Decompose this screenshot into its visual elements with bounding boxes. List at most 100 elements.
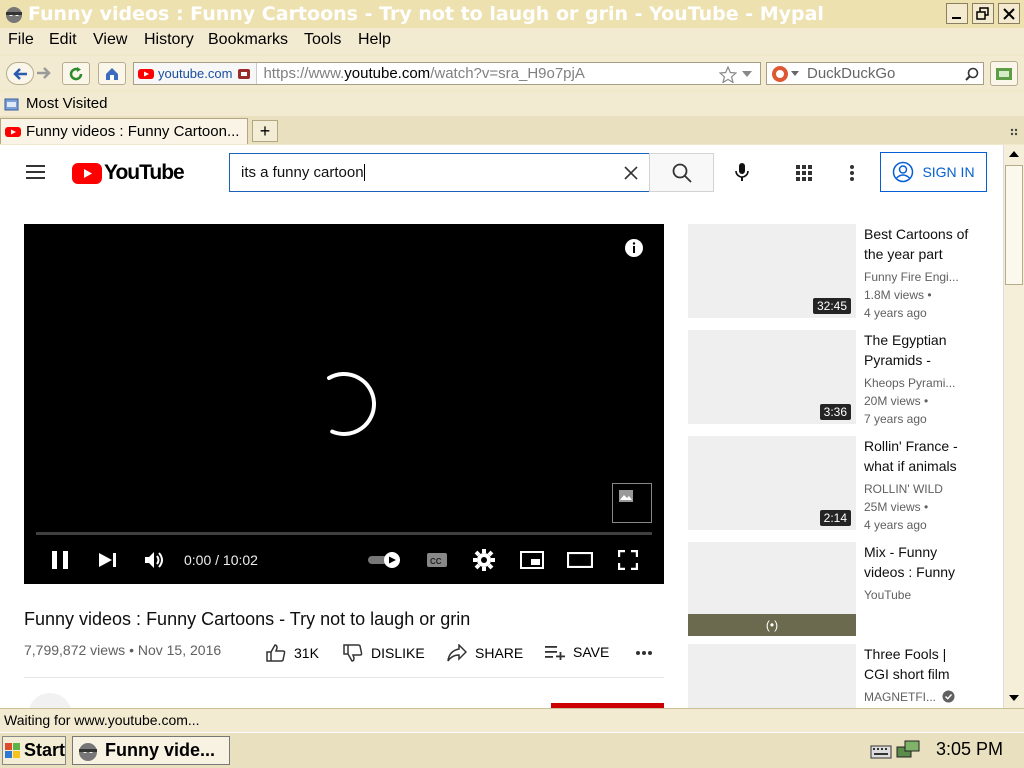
more-options-icon[interactable]	[849, 164, 855, 182]
sign-in-label: SIGN IN	[922, 164, 975, 180]
scroll-thumb[interactable]	[1005, 165, 1023, 285]
keyboard-icon[interactable]	[870, 741, 892, 759]
youtube-header: YouTube its a funny cartoon SIGN IN	[0, 145, 1003, 200]
more-actions-icon[interactable]	[635, 650, 653, 656]
related-channel[interactable]: MAGNETFI...	[864, 690, 938, 704]
apps-grid-icon[interactable]	[796, 165, 812, 181]
url-dropdown-icon[interactable]	[742, 71, 752, 79]
youtube-logo[interactable]: YouTube	[72, 161, 185, 185]
related-age: 4 years ago	[864, 518, 927, 532]
mix-thumbnail[interactable]: (•)	[688, 542, 856, 636]
next-icon[interactable]	[98, 552, 118, 568]
related-channel[interactable]: Kheops Pyrami...	[864, 376, 964, 390]
blocked-plugin-icon	[238, 68, 251, 79]
video-thumbnail[interactable]: 3:36	[688, 330, 856, 424]
related-title[interactable]: The Egyptian Pyramids -	[864, 330, 972, 370]
thumbs-up-icon	[266, 644, 286, 662]
scroll-up-icon[interactable]	[1009, 150, 1019, 157]
menu-help[interactable]: Help	[358, 31, 391, 49]
theater-mode-icon[interactable]	[567, 552, 593, 568]
clear-search-icon[interactable]	[624, 166, 638, 180]
autoplay-toggle-icon[interactable]	[367, 551, 403, 569]
close-icon	[1003, 7, 1015, 20]
video-duration: 32:45	[812, 298, 851, 314]
scroll-down-icon[interactable]	[1009, 695, 1019, 702]
fullscreen-icon[interactable]	[618, 550, 638, 570]
divider	[24, 677, 664, 678]
bookmark-star-icon[interactable]	[719, 66, 737, 83]
video-player[interactable]: 0:00 / 10:02 CC	[24, 224, 664, 584]
start-button[interactable]: Start	[2, 736, 66, 765]
pause-icon[interactable]	[51, 550, 69, 570]
playlist-add-icon	[545, 646, 565, 660]
related-title[interactable]: Mix - Funny videos : Funny	[864, 542, 972, 582]
microphone-icon[interactable]	[734, 162, 750, 184]
related-title[interactable]: Three Fools | CGI short film	[864, 644, 972, 684]
web-search-box[interactable]: DuckDuckGo	[766, 62, 984, 85]
folder-icon	[4, 98, 19, 110]
restore-button[interactable]	[972, 3, 994, 24]
page-scrollbar[interactable]	[1003, 145, 1024, 708]
related-title[interactable]: Rollin' France - what if animals	[864, 436, 972, 476]
related-channel[interactable]: ROLLIN' WILD	[864, 482, 964, 496]
save-button[interactable]: SAVE	[545, 644, 609, 660]
extension-button[interactable]	[990, 61, 1018, 86]
minimize-icon	[952, 16, 961, 19]
related-video[interactable]: 2:14 Rollin' France - what if animals RO…	[688, 436, 978, 532]
new-tab-button[interactable]: +	[252, 120, 278, 142]
url-bar[interactable]: youtube.com https://www.youtube.com/watc…	[133, 62, 761, 85]
related-title[interactable]: Best Cartoons of the year part	[864, 224, 972, 264]
related-video[interactable]: 3:36 The Egyptian Pyramids - Kheops Pyra…	[688, 330, 978, 426]
url-text: https://www.youtube.com/watch?v=sra_H9o7…	[263, 65, 585, 82]
close-window-button[interactable]	[998, 3, 1020, 24]
search-engine-dropdown-icon[interactable]	[791, 70, 799, 77]
yt-search-value: its a funny cartoon	[241, 164, 364, 181]
related-video[interactable]: 32:45 Best Cartoons of the year part Fun…	[688, 224, 978, 320]
taskbar-task-mypal[interactable]: Funny vide...	[72, 736, 230, 765]
forward-button[interactable]	[36, 66, 52, 83]
related-channel[interactable]: YouTube	[864, 588, 964, 602]
reload-button[interactable]	[62, 62, 90, 85]
minimize-button[interactable]	[946, 3, 968, 24]
volume-icon[interactable]	[144, 550, 166, 570]
captions-icon[interactable]: CC	[426, 552, 448, 568]
hamburger-menu-icon[interactable]	[26, 164, 46, 180]
sign-in-button[interactable]: SIGN IN	[880, 152, 987, 192]
network-icon[interactable]	[895, 737, 921, 763]
video-thumbnail[interactable]: 2:14	[688, 436, 856, 530]
site-identity-button[interactable]: youtube.com	[134, 63, 258, 84]
menu-tools[interactable]: Tools	[304, 31, 341, 49]
related-mix[interactable]: (•) Mix - Funny videos : Funny YouTube	[688, 542, 978, 636]
related-video[interactable]: Three Fools | CGI short film MAGNETFI...	[688, 644, 978, 708]
back-button[interactable]	[6, 62, 34, 85]
related-channel[interactable]: Funny Fire Engi...	[864, 270, 964, 284]
search-icon[interactable]	[965, 67, 979, 81]
share-arrow-icon	[447, 644, 467, 662]
progress-bar[interactable]	[36, 532, 652, 535]
channel-watermark[interactable]	[612, 483, 652, 523]
menu-history[interactable]: History	[144, 31, 194, 49]
home-button[interactable]	[98, 62, 126, 85]
search-icon	[672, 163, 692, 183]
like-button[interactable]: 31K	[266, 644, 319, 662]
yt-search-button[interactable]	[649, 153, 714, 192]
tab-youtube[interactable]: Funny videos : Funny Cartoon...	[0, 118, 248, 144]
miniplayer-icon[interactable]	[520, 551, 544, 569]
video-thumbnail[interactable]: 32:45	[688, 224, 856, 318]
tab-list-icon[interactable]	[1010, 128, 1018, 136]
menu-file[interactable]: File	[8, 31, 34, 49]
menu-bookmarks[interactable]: Bookmarks	[208, 31, 288, 49]
most-visited-bookmark[interactable]: Most Visited	[4, 95, 107, 112]
channel-avatar[interactable]	[28, 693, 72, 708]
share-button[interactable]: SHARE	[447, 644, 523, 662]
watermark-image-icon	[619, 490, 633, 502]
info-icon[interactable]	[624, 238, 644, 258]
dislike-button[interactable]: DISLIKE	[343, 644, 425, 662]
back-arrow-icon	[13, 67, 27, 80]
menu-edit[interactable]: Edit	[49, 31, 77, 49]
yt-search-input[interactable]: its a funny cartoon	[229, 153, 650, 192]
task-label: Funny vide...	[105, 740, 216, 760]
menu-view[interactable]: View	[93, 31, 127, 49]
video-thumbnail[interactable]	[688, 644, 856, 708]
settings-gear-icon[interactable]	[473, 549, 495, 571]
